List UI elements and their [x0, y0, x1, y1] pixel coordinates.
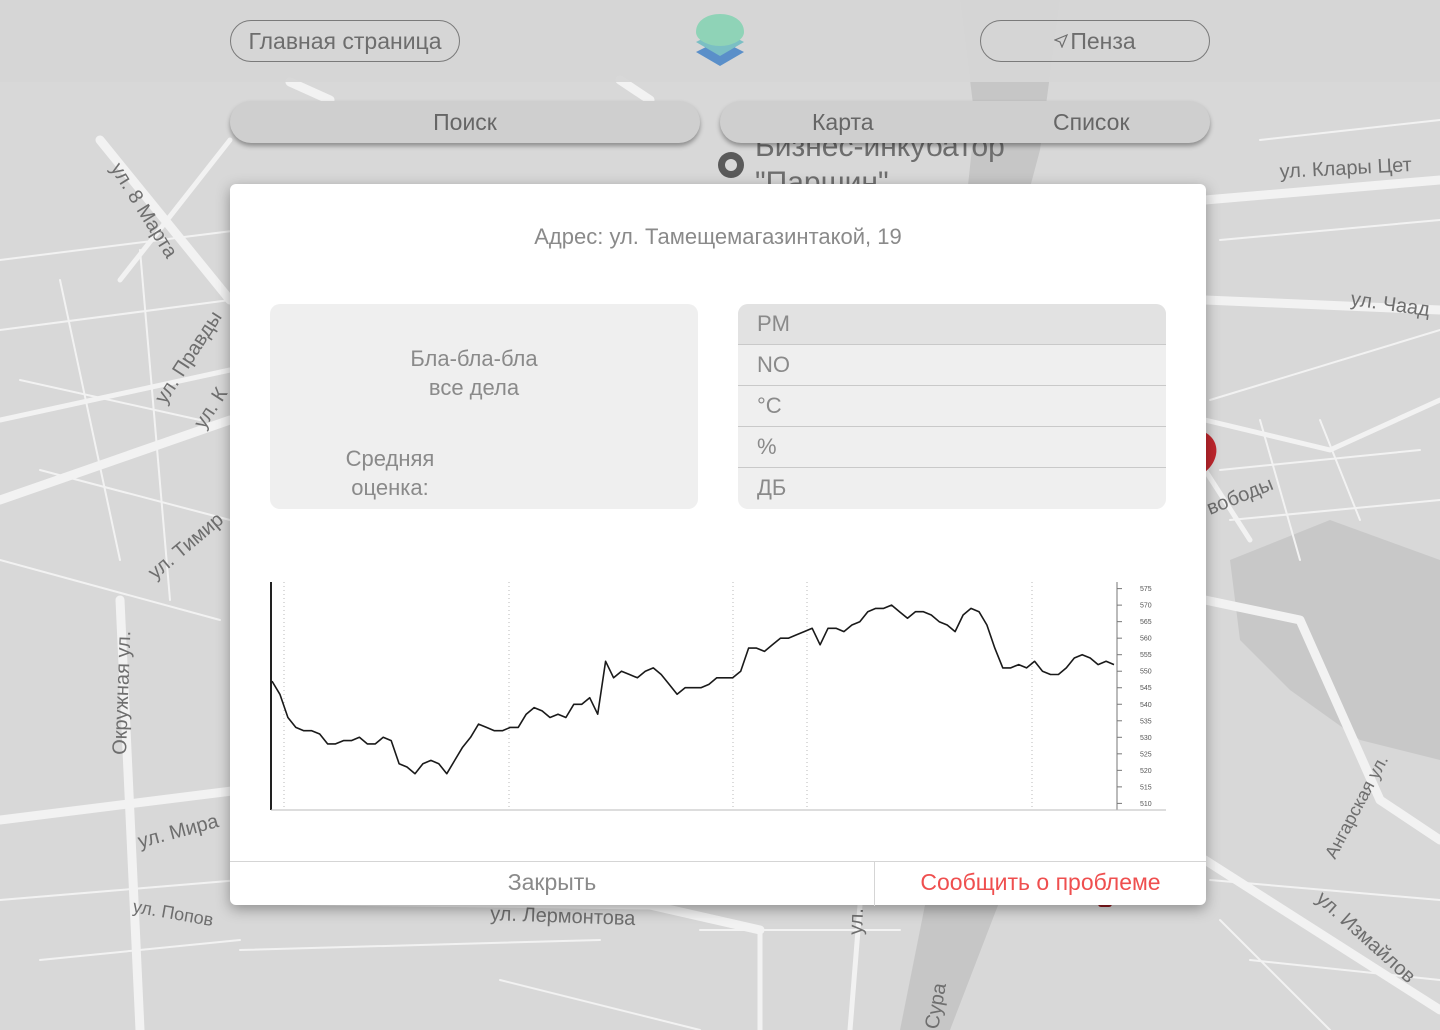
chart-tick-label: 575: [1140, 586, 1152, 593]
description-line: все дела: [428, 375, 520, 400]
address-text: Адрес: ул. Тамещемагазинтакой, 19: [534, 224, 902, 249]
rating-line: оценка:: [351, 475, 429, 500]
chart-tick-label: 555: [1140, 652, 1152, 659]
location-arrow-icon: [1054, 34, 1069, 48]
chart-tick-label: 510: [1140, 801, 1152, 808]
metrics-list: PM NO °C % ДБ: [738, 304, 1166, 509]
chart-tick-label: 570: [1140, 603, 1152, 610]
chart-tick-label: 535: [1140, 718, 1152, 725]
city-selector-button[interactable]: Пенза: [980, 20, 1210, 62]
app-logo-icon[interactable]: [692, 10, 748, 74]
average-rating-label: Средняя оценка:: [330, 444, 450, 502]
metric-row-noise[interactable]: ДБ: [738, 468, 1166, 509]
description-line: Бла-бла-бла: [410, 346, 538, 371]
chart-tick-label: 560: [1140, 636, 1152, 643]
top-bar: Главная страница Пенза: [0, 0, 1440, 82]
chart-tick-label: 540: [1140, 702, 1152, 709]
home-button[interactable]: Главная страница: [230, 20, 460, 62]
report-problem-button[interactable]: Сообщить о проблеме: [875, 862, 1206, 906]
search-tab-label: Поиск: [433, 108, 497, 135]
tab-list[interactable]: Список: [1053, 101, 1130, 143]
chart-tick-label: 530: [1140, 735, 1152, 742]
metric-row-humidity[interactable]: %: [738, 427, 1166, 468]
chart-tick-label: 545: [1140, 685, 1152, 692]
metric-row-pm[interactable]: PM: [738, 304, 1166, 345]
view-switcher: Карта Список: [720, 101, 1210, 143]
street-label: ул.: [845, 908, 868, 936]
description-text: Бла-бла-бла все дела: [270, 344, 678, 402]
home-button-label: Главная страница: [248, 27, 442, 54]
modal-footer: Закрыть Сообщить о проблеме: [230, 861, 1206, 906]
poi-marker-dot: [725, 159, 737, 171]
chart-tick-label: 520: [1140, 768, 1152, 775]
metric-row-temperature[interactable]: °C: [738, 386, 1166, 427]
metric-line-chart: 510 515 520 525 530 535 540 545 550 555 560 565 570 5…: [270, 582, 1166, 811]
city-label: Пенза: [1070, 27, 1136, 54]
info-card: Бла-бла-бла все дела Средняя оценка:: [270, 304, 698, 509]
location-details-modal: Адрес: ул. Тамещемагазинтакой, 19 Бла-бл…: [230, 184, 1206, 906]
close-button[interactable]: Закрыть: [230, 862, 874, 906]
chart-tick-label: 515: [1140, 784, 1152, 791]
chart-tick-label: 565: [1140, 619, 1152, 626]
search-tab[interactable]: Поиск: [230, 101, 700, 143]
chart-series-line: [271, 604, 1115, 775]
chart-tick-label: 550: [1140, 669, 1152, 676]
street-label: Окружная ул.: [109, 630, 135, 755]
chart-tick-label: 525: [1140, 751, 1152, 758]
tab-map[interactable]: Карта: [812, 101, 874, 143]
rating-line: Средняя: [345, 446, 435, 471]
metric-row-no[interactable]: NO: [738, 345, 1166, 386]
